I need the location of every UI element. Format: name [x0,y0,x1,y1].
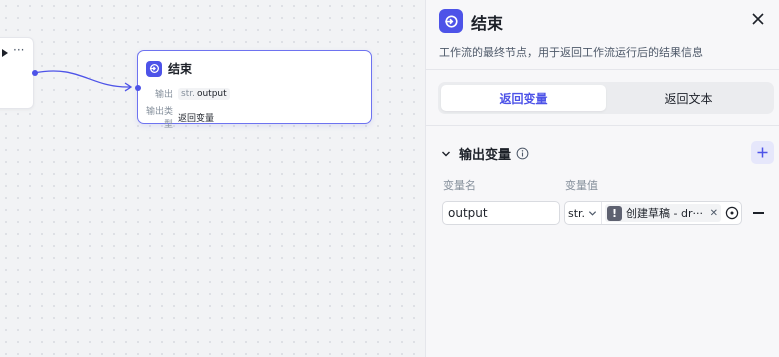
output-type-key: 输出类型 [145,107,173,130]
close-icon[interactable] [751,12,765,26]
tab-return-text[interactable]: 返回文本 [606,85,771,111]
variable-picker-icon[interactable] [725,206,739,220]
end-node[interactable]: 结束 输出 str. output 输出类型 返回变量 [135,50,372,130]
section-header[interactable]: 输出变量 [441,144,529,163]
output-type-row: 输出类型 返回变量 [138,104,214,130]
type-tag: str. [181,88,195,99]
remove-variable-button[interactable] [753,212,764,214]
end-node-icon [146,60,162,77]
var-name: output [196,88,227,99]
chevron-down-icon[interactable] [441,149,451,159]
end-node-icon [439,9,463,33]
type-select-value: str. [568,206,586,220]
output-var-tag: str. output [178,87,230,100]
reference-chip[interactable]: ! 创建草稿 - dr··· ✕ [605,204,721,222]
info-icon[interactable] [516,147,529,160]
variable-name-input[interactable]: output [442,201,560,225]
output-row: 输出 str. output [138,87,230,100]
column-name-label: 变量名 [443,179,476,192]
plus-icon [757,147,768,158]
panel-description: 工作流的最终节点，用于返回工作流运行后的结果信息 [439,46,703,59]
warning-icon: ! [607,205,622,221]
panel-title: 结束 [471,14,504,33]
section-title: 输出变量 [459,148,512,163]
output-type-value: 返回变量 [178,113,215,124]
remove-reference-icon[interactable]: ✕ [710,208,718,219]
output-port[interactable] [32,70,38,76]
variable-value-field[interactable]: str. ! 创建草稿 - dr··· ✕ [564,201,742,225]
more-icon[interactable]: ··· [13,43,24,57]
type-select[interactable]: str. [565,202,602,224]
chevron-down-icon [588,210,597,216]
node-config-panel: 结束 工作流的最终节点，用于返回工作流运行后的结果信息 返回变量 返回文本 输出… [425,0,779,357]
end-node-title: 结束 [168,62,193,76]
panel-header: 结束 工作流的最终节点，用于返回工作流运行后的结果信息 [426,0,779,70]
workflow-canvas[interactable]: ··· 结束 输出 str. output 输出类型 返回变量 [0,0,425,357]
play-icon [2,49,8,57]
column-value-label: 变量值 [565,179,598,192]
reference-text: 创建草稿 - dr··· [626,207,703,220]
tab-return-variable[interactable]: 返回变量 [441,85,606,111]
return-mode-tabs: 返回变量 返回文本 [426,70,779,126]
add-variable-button[interactable] [751,141,774,164]
output-row-key: 输出 [154,90,173,100]
previous-node[interactable]: ··· [0,37,38,109]
